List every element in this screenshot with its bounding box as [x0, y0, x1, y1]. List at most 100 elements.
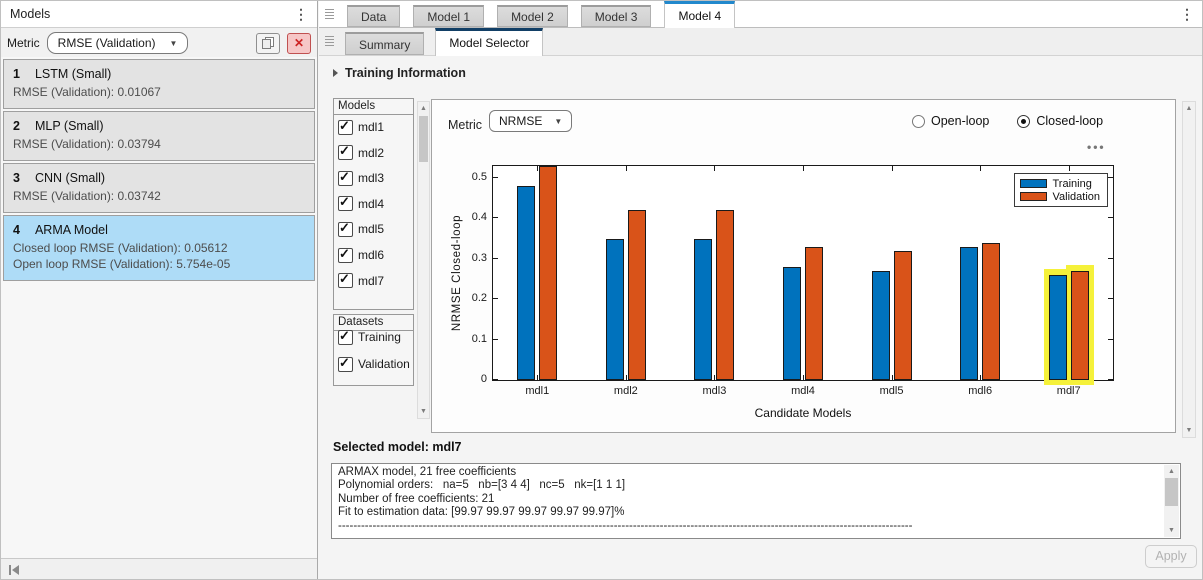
content-scrollbar[interactable]: ▲ ▼ — [1182, 101, 1196, 438]
chart-metric-label: Metric — [448, 118, 482, 132]
filters-scrollbar[interactable]: ▲ ▼ — [417, 101, 430, 419]
checkbox-row-training[interactable]: ✓ Training — [334, 328, 413, 346]
loop-mode-radio-group: Open-loop Closed-loop — [912, 114, 1103, 128]
model-item-metric: RMSE (Validation): 0.01067 — [13, 84, 305, 100]
model-list-item[interactable]: 3CNN (Small)RMSE (Validation): 0.03742 — [3, 163, 315, 213]
tab-model-4[interactable]: Model 4 — [664, 1, 735, 28]
close-button[interactable]: ✕ — [287, 33, 311, 54]
document-tab-bar: Data Model 1 Model 2 Model 3 Model 4 ⋮ — [319, 1, 1203, 28]
subtab-model-selector[interactable]: Model Selector — [435, 28, 543, 56]
bar-mdl1-validation[interactable] — [539, 166, 557, 380]
checkbox-mdl4[interactable]: ✓ — [338, 196, 353, 211]
y-tick-mark — [1108, 379, 1113, 380]
model-item-metric: Closed loop RMSE (Validation): 0.05612 — [13, 240, 305, 256]
model-list-item[interactable]: 4ARMA Model Closed loop RMSE (Validation)… — [3, 215, 315, 281]
app-window: Models ⋮ Metric RMSE (Validation) ▼ ✕ 1L… — [0, 0, 1203, 580]
y-tick-mark — [1108, 298, 1113, 299]
legend-swatch — [1020, 192, 1047, 201]
checkbox-label: Training — [358, 330, 401, 344]
models-panel-header: Models ⋮ — [1, 1, 317, 28]
apply-button[interactable]: Apply — [1145, 545, 1197, 568]
x-tick-mark — [803, 375, 804, 380]
model-item-title: 2MLP (Small) — [13, 119, 305, 133]
check-icon: ✓ — [339, 271, 350, 287]
bar-mdl7-validation[interactable] — [1071, 271, 1089, 380]
checkbox-mdl6[interactable]: ✓ — [338, 248, 353, 263]
document-pane-menu-icon[interactable]: ⋮ — [1180, 7, 1194, 21]
checkbox-mdl2[interactable]: ✓ — [338, 145, 353, 160]
checkbox-training[interactable]: ✓ — [338, 330, 353, 345]
metric-dropdown[interactable]: RMSE (Validation) ▼ — [47, 32, 189, 54]
tab-data[interactable]: Data — [347, 5, 400, 27]
tab-model-2[interactable]: Model 2 — [497, 5, 568, 27]
bar-mdl6-training[interactable] — [960, 247, 978, 380]
chart-metric-dropdown[interactable]: NRMSE ▼ — [489, 110, 572, 132]
collapse-panel-icon[interactable] — [8, 564, 20, 576]
model-selector-content: Training Information Models ✓mdl1✓mdl2✓m… — [319, 56, 1203, 580]
checkbox-mdl5[interactable]: ✓ — [338, 222, 353, 237]
model-report-box: ARMAX model, 21 free coefficients Polyno… — [331, 463, 1181, 539]
models-panel-menu-icon[interactable]: ⋮ — [294, 7, 308, 21]
scroll-up-icon[interactable]: ▲ — [418, 105, 429, 112]
radio-closed-loop[interactable]: Closed-loop — [1017, 114, 1103, 128]
check-icon: ✓ — [339, 118, 350, 134]
scroll-down-icon[interactable]: ▼ — [1164, 527, 1179, 534]
radio-label: Open-loop — [931, 114, 989, 128]
checkbox-row-validation[interactable]: ✓Validation — [334, 355, 413, 373]
x-tick-label: mdl3 — [679, 385, 749, 397]
subtab-summary[interactable]: Summary — [345, 32, 424, 55]
x-tick-label: mdl6 — [945, 385, 1015, 397]
scroll-up-icon[interactable]: ▲ — [1164, 468, 1179, 475]
model-list-item[interactable]: 1LSTM (Small)RMSE (Validation): 0.01067 — [3, 59, 315, 109]
checkbox-row-mdl2[interactable]: ✓mdl2 — [334, 144, 413, 162]
checkbox-row-mdl1[interactable]: ✓mdl1 — [334, 118, 413, 136]
x-tick-label: mdl5 — [857, 385, 927, 397]
subtab-group-grip-icon[interactable] — [325, 36, 334, 47]
tab-model-1[interactable]: Model 1 — [413, 5, 484, 27]
y-tick-mark — [493, 379, 498, 380]
checkbox-row-mdl6[interactable]: ✓mdl6 — [334, 246, 413, 264]
tab-model-3[interactable]: Model 3 — [581, 5, 652, 27]
tab-group-grip-icon[interactable] — [325, 9, 334, 20]
checkbox-mdl3[interactable]: ✓ — [338, 171, 353, 186]
scrollbar-thumb[interactable] — [419, 116, 428, 162]
chart-legend: TrainingValidation — [1014, 173, 1109, 207]
bar-mdl7-training[interactable] — [1049, 275, 1067, 380]
model-item-title: 4ARMA Model — [13, 223, 305, 237]
report-scrollbar[interactable]: ▲ ▼ — [1164, 465, 1179, 537]
bar-mdl1-training[interactable] — [517, 186, 535, 380]
bar-mdl4-validation[interactable] — [805, 247, 823, 380]
bar-mdl2-training[interactable] — [606, 239, 624, 380]
checkbox-label: mdl3 — [358, 171, 384, 185]
bar-mdl6-validation[interactable] — [982, 243, 1000, 380]
scroll-down-icon[interactable]: ▼ — [1183, 427, 1195, 434]
radio-open-loop[interactable]: Open-loop — [912, 114, 989, 128]
legend-entry: Training — [1020, 177, 1101, 190]
x-tick-mark — [626, 166, 627, 171]
y-tick-label: 0 — [449, 373, 487, 385]
bar-mdl4-training[interactable] — [783, 267, 801, 380]
checkbox-row-mdl5[interactable]: ✓mdl5 — [334, 220, 413, 238]
scroll-up-icon[interactable]: ▲ — [1183, 105, 1195, 112]
checkbox-validation[interactable]: ✓ — [338, 357, 353, 372]
training-information-header[interactable]: Training Information — [333, 66, 466, 80]
model-list-item[interactable]: 2MLP (Small)RMSE (Validation): 0.03794 — [3, 111, 315, 161]
x-tick-mark — [892, 375, 893, 380]
bar-mdl5-validation[interactable] — [894, 251, 912, 380]
bar-mdl5-training[interactable] — [872, 271, 890, 380]
scroll-down-icon[interactable]: ▼ — [418, 408, 429, 415]
checkbox-mdl1[interactable]: ✓ — [338, 120, 353, 135]
y-tick-mark — [1108, 339, 1113, 340]
checkbox-row-mdl4[interactable]: ✓mdl4 — [334, 195, 413, 213]
checkbox-row-mdl3[interactable]: ✓ mdl3 — [334, 169, 413, 187]
axes-toolbar-icon[interactable]: ••• — [1087, 140, 1106, 154]
x-tick-label: mdl4 — [768, 385, 838, 397]
bar-mdl2-validation[interactable] — [628, 210, 646, 380]
checkbox-mdl7[interactable]: ✓ — [338, 273, 353, 288]
model-list: 1LSTM (Small)RMSE (Validation): 0.010672… — [1, 57, 317, 559]
bar-mdl3-training[interactable] — [694, 239, 712, 380]
checkbox-row-mdl7[interactable]: ✓mdl7 — [334, 272, 413, 290]
copy-button[interactable] — [256, 33, 280, 54]
bar-mdl3-validation[interactable] — [716, 210, 734, 380]
scrollbar-thumb[interactable] — [1165, 478, 1178, 506]
